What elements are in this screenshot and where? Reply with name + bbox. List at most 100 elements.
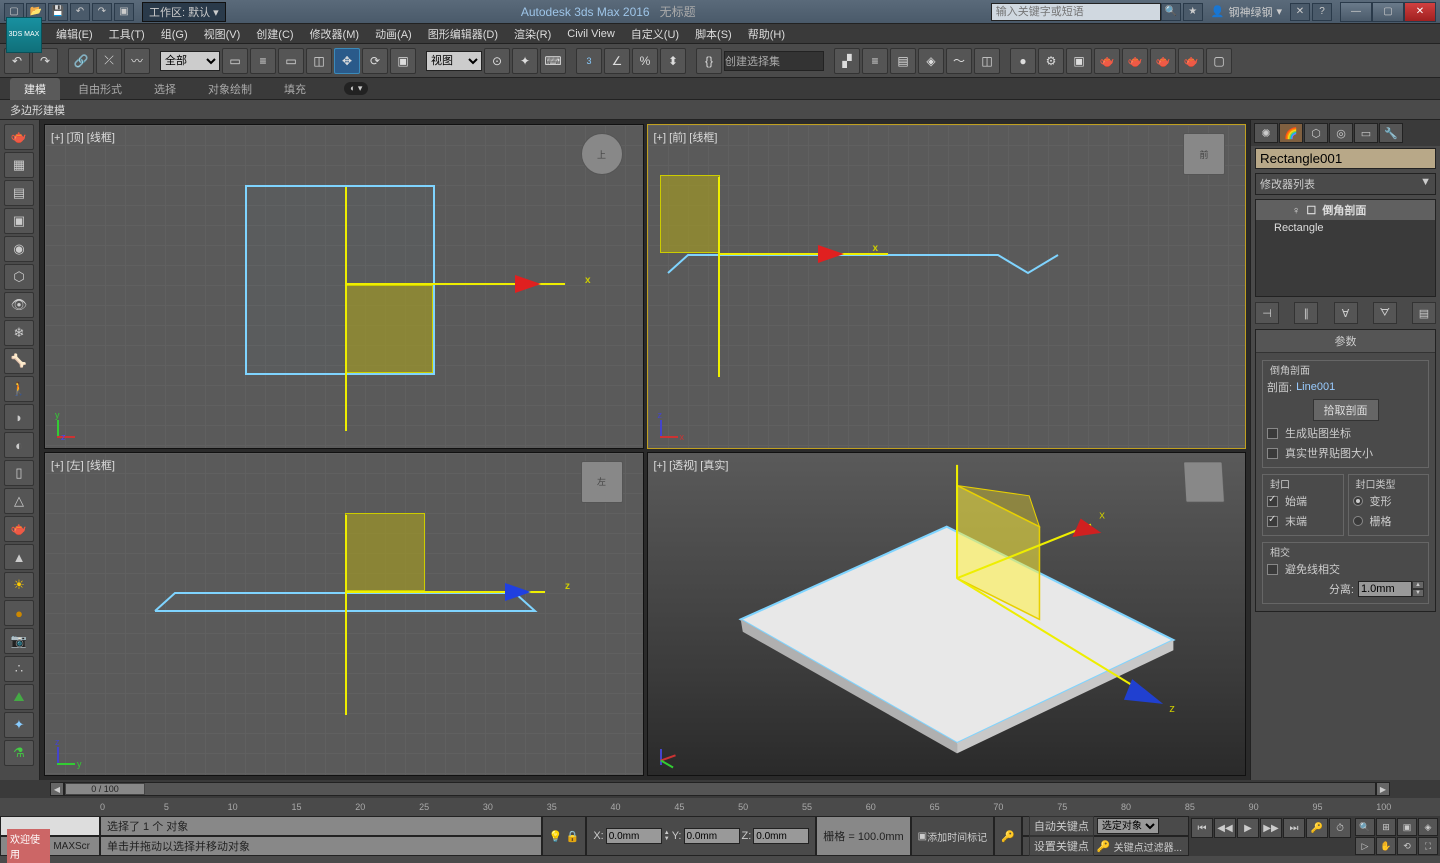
key-filters[interactable]: 关键点过滤器... [1114,839,1182,854]
angle-snap-icon[interactable]: ∠ [604,48,630,74]
modifier-stack[interactable]: ♀ ☐ 倒角剖面 Rectangle [1255,199,1436,297]
cylinder-icon[interactable]: ▯ [4,460,34,486]
viewport-left[interactable]: [+] [左] [线框] 左 z z y [44,452,644,777]
exchange-icon[interactable]: ✕ [1290,3,1310,21]
prev-key-icon[interactable]: ◀ [50,782,64,796]
teapot-icon[interactable]: 🫖 [4,124,34,150]
move-icon[interactable]: ✥ [334,48,360,74]
menu-customize[interactable]: 自定义(U) [623,24,687,44]
stack-base[interactable]: Rectangle [1256,220,1435,236]
zoom-ext-all-icon[interactable]: ◈ [1418,818,1438,836]
fov-icon[interactable]: ▷ [1355,837,1375,855]
mirror-icon[interactable]: ▞ [834,48,860,74]
viewport-top[interactable]: [+] [顶] [线框] 上 x y z [44,124,644,449]
menu-group[interactable]: 组(G) [153,24,196,44]
particles-icon[interactable]: ∴ [4,656,34,682]
ribbon-panel-label[interactable]: 多边形建模 [0,100,1440,120]
project-icon[interactable]: ▣ [114,3,134,21]
tab-motion-icon[interactable]: ◎ [1329,123,1353,143]
tab-hierarchy-icon[interactable]: ⬡ [1304,123,1328,143]
close-button[interactable]: ✕ [1404,2,1436,22]
render-active-icon[interactable]: 🫖 [1150,48,1176,74]
lock-icon[interactable]: 💡 🔒 [542,816,586,856]
tab-populate[interactable]: 填充 [270,78,320,100]
menu-animation[interactable]: 动画(A) [367,24,420,44]
viewport-label[interactable]: [+] [顶] [线框] [51,129,115,145]
z-input[interactable] [753,828,809,844]
gen-uv-checkbox[interactable]: 生成贴图坐标 [1267,423,1424,443]
biped-icon[interactable]: 🚶 [4,376,34,402]
compass-icon[interactable]: ✦ [4,712,34,738]
menu-edit[interactable]: 编辑(E) [48,24,101,44]
orbit-icon[interactable]: ⟲ [1397,837,1417,855]
dome-icon[interactable]: ◗ [4,404,34,430]
search-box[interactable] [991,3,1161,21]
menu-graph[interactable]: 图形编辑器(D) [420,24,506,44]
tab-modify-icon[interactable]: 🌈 [1279,123,1303,143]
select-name-icon[interactable]: ≡ [250,48,276,74]
tab-freeform[interactable]: 自由形式 [64,78,136,100]
play-icon[interactable]: ▶ [1237,818,1259,838]
camera-icon[interactable]: 📷 [4,628,34,654]
render-setup-icon[interactable]: ⚙ [1038,48,1064,74]
viewcube-persp[interactable] [1183,461,1225,502]
zoom-all-icon[interactable]: ⊞ [1376,818,1396,836]
hide-icon[interactable]: 👁 [4,292,34,318]
separation-spinner[interactable]: ▲▼ [1358,581,1424,597]
pick-profile-button[interactable]: 拾取剖面 [1313,399,1379,421]
set-key-button[interactable]: 设置关键点 [1029,836,1094,856]
auto-key-button[interactable]: 自动关键点 [1029,816,1094,836]
user-menu[interactable]: 👤 钢神绿钢 ▾ [1205,4,1288,20]
keyboard-shortcut-icon[interactable]: ⌨ [540,48,566,74]
menu-views[interactable]: 视图(V) [196,24,249,44]
menu-modifiers[interactable]: 修改器(M) [302,24,368,44]
cap-morph-radio[interactable]: 变形 [1353,491,1425,511]
avoid-intersect-checkbox[interactable]: 避免线相交 [1267,559,1424,579]
viewport-label[interactable]: [+] [透视] [真实] [654,457,729,473]
sphere-icon[interactable]: ◐ [4,432,34,458]
key-mode-icon[interactable]: 🔑 [1306,818,1328,838]
select-region-icon[interactable]: ▭ [278,48,304,74]
help-icon[interactable]: ? [1312,3,1332,21]
zoom-extents-icon[interactable]: ▣ [1397,818,1417,836]
key-lock-icon[interactable]: 🔑 [994,816,1022,856]
light-icon[interactable]: ● [4,600,34,626]
selection-set-input[interactable] [724,51,824,71]
bind-spacewarp-icon[interactable]: 〰 [124,48,150,74]
tab-modeling[interactable]: 建模 [10,78,60,100]
search-input[interactable] [991,3,1161,21]
real-uv-checkbox[interactable]: 真实世界贴图大小 [1267,443,1424,463]
render-iter-icon[interactable]: 🫖 [1122,48,1148,74]
tab-selection[interactable]: 选择 [140,78,190,100]
favorites-icon[interactable]: ★ [1183,3,1203,21]
viewcube-front[interactable]: 前 [1183,133,1225,175]
menu-rendering[interactable]: 渲染(R) [506,24,559,44]
pyramid-icon[interactable]: ▲ [4,544,34,570]
snap-toggle-icon[interactable]: 3 [576,48,602,74]
app-menu-icon[interactable]: 3DS MAX [6,17,42,53]
viewport-perspective[interactable]: [+] [透视] [真实] x z [647,452,1247,777]
ribbon-toggle-icon[interactable]: ◐ ▾ [344,82,368,95]
selection-filter[interactable]: 全部 [160,51,220,71]
render-last-icon[interactable]: 🫖 [1178,48,1204,74]
schematic-icon[interactable]: ◫ [974,48,1000,74]
infocenter-icon[interactable]: 🔍 [1161,3,1181,21]
prev-frame-icon[interactable]: ◀◀ [1214,818,1236,838]
window-crossing-icon[interactable]: ◫ [306,48,332,74]
percent-snap-icon[interactable]: % [632,48,658,74]
tab-objpaint[interactable]: 对象绘制 [194,78,266,100]
named-selection-icon[interactable]: {} [696,48,722,74]
cap-grid-radio[interactable]: 栅格 [1353,511,1425,531]
unlink-icon[interactable]: ⤫ [96,48,122,74]
ref-coord-system[interactable]: 视图 [426,51,482,71]
remove-mod-icon[interactable]: ᗊ [1373,302,1397,324]
pot-tool-icon[interactable]: 🫖 [4,516,34,542]
pan-icon[interactable]: ✋ [1376,837,1396,855]
hierarchy-icon[interactable]: ⬡ [4,264,34,290]
pin-stack-icon[interactable]: ⊣ [1255,302,1279,324]
viewport-front[interactable]: [+] [前] [线框] 前 x z x [647,124,1247,449]
layers-icon[interactable]: ▤ [4,180,34,206]
curve-editor-icon[interactable]: 〜 [946,48,972,74]
viewcube-top[interactable]: 上 [581,133,623,175]
configure-sets-icon[interactable]: ▤ [1412,302,1436,324]
